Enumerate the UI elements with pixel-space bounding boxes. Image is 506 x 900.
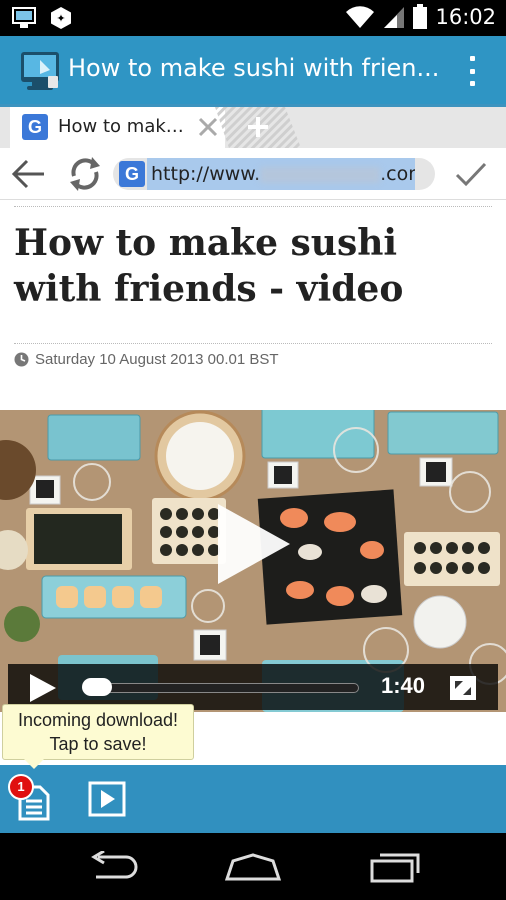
tooltip-line-1: Incoming download! — [17, 710, 179, 730]
app-notification-icon: ✦ — [51, 7, 71, 29]
seek-handle[interactable] — [82, 678, 112, 696]
play-icon[interactable] — [28, 674, 58, 702]
back-arrow-icon[interactable] — [10, 156, 48, 192]
new-tab-icon[interactable] — [215, 107, 305, 148]
download-tooltip[interactable]: Incoming download! Tap to save! — [2, 704, 194, 760]
article-dateline: Saturday 10 August 2013 00.01 BST — [14, 351, 279, 368]
video-duration: 1:40 — [381, 673, 426, 698]
fullscreen-icon[interactable] — [449, 675, 477, 701]
tooltip-pointer — [24, 759, 44, 769]
download-count-badge: 1 — [8, 774, 34, 800]
google-favicon-icon: G — [119, 161, 145, 187]
wifi-icon — [346, 6, 375, 29]
app-bar: How to make sushi with frien... — [0, 36, 506, 104]
nav-back-icon[interactable] — [86, 851, 138, 881]
clock-icon — [14, 352, 29, 367]
bottom-toolbar: 1 — [0, 765, 506, 833]
article-date: Saturday 10 August 2013 00.01 BST — [35, 351, 279, 368]
page-content: How to make sushi with friends - video S… — [0, 200, 506, 765]
tab-title: How to mak… — [58, 116, 184, 137]
reload-icon[interactable] — [66, 154, 104, 194]
media-play-icon[interactable] — [88, 781, 126, 817]
url-suffix: .com/ — [380, 163, 415, 185]
url-bar: G http://www. .com/ — [0, 148, 506, 200]
system-nav-bar — [0, 833, 506, 900]
article-headline: How to make sushi with friends - video — [14, 222, 404, 310]
video-player[interactable]: 1:40 — [0, 410, 506, 712]
status-bar: ✦ 16:02 — [0, 0, 506, 36]
battery-icon — [413, 4, 428, 29]
url-prefix: http://www. — [151, 163, 261, 185]
browser-tab[interactable]: G How to mak… — [10, 107, 225, 148]
google-favicon-icon: G — [22, 114, 48, 140]
nav-recents-icon[interactable] — [370, 849, 422, 883]
divider — [14, 343, 492, 344]
app-title: How to make sushi with frien... — [68, 54, 440, 82]
play-overlay-icon[interactable] — [212, 502, 292, 586]
svg-text:✦: ✦ — [56, 12, 65, 25]
checkmark-icon[interactable] — [454, 158, 488, 190]
seek-bar[interactable] — [82, 678, 359, 696]
nav-home-icon[interactable] — [225, 853, 281, 881]
signal-icon — [384, 7, 405, 28]
app-logo-icon[interactable] — [20, 48, 60, 92]
tooltip-line-2: Tap to save! — [49, 734, 147, 754]
screen-notification-icon — [12, 7, 36, 28]
url-text[interactable]: http://www. .com/ — [147, 158, 415, 190]
divider — [14, 206, 492, 207]
tab-strip: G How to mak… — [0, 104, 506, 148]
overflow-menu-icon[interactable] — [468, 56, 476, 86]
url-redacted-domain — [260, 166, 381, 183]
url-input[interactable]: G http://www. .com/ — [113, 158, 435, 190]
clock-time: 16:02 — [435, 5, 496, 29]
